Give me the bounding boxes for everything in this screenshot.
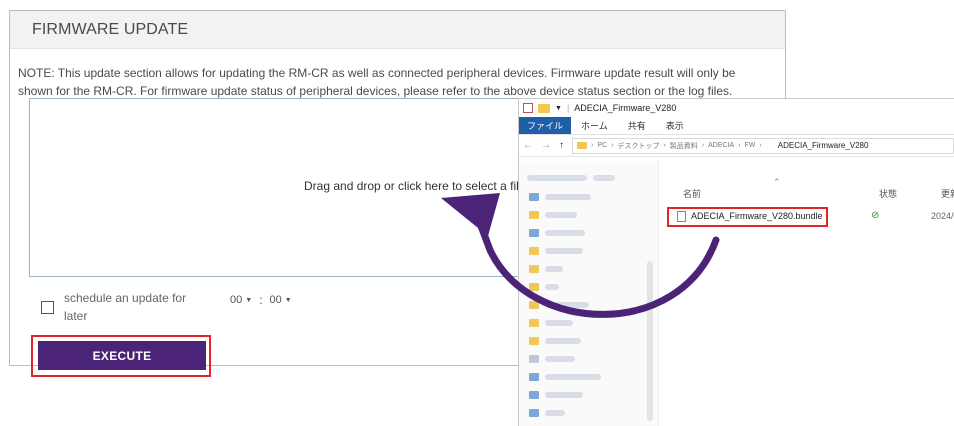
dropzone-text: Drag and drop or click here to select a … (304, 179, 526, 193)
hour-value: 00 (230, 294, 243, 306)
schedule-checkbox[interactable] (41, 301, 54, 314)
execute-button[interactable]: EXECUTE (38, 341, 206, 370)
sort-caret-icon: ⌃ (773, 177, 781, 187)
hour-select[interactable]: 00 ▼ (226, 294, 256, 306)
address-bar-row: ← → ↑ › PC › デスクトップ › 製品資料 › ADECIA › FW… (519, 135, 954, 157)
breadcrumb-current[interactable]: ADECIA_Firmware_V280 (778, 141, 869, 150)
breadcrumb-adecia[interactable]: ADECIA (708, 142, 734, 149)
quick-access-icon[interactable] (523, 103, 533, 113)
column-headers: ⌃ 名前 状態 更新日 (675, 177, 954, 200)
column-header-status[interactable]: 状態 (879, 187, 897, 200)
file-dropzone[interactable]: Drag and drop or click here to select a … (29, 98, 539, 277)
file-icon (677, 211, 686, 222)
file-row[interactable]: ADECIA_Firmware_V280.bundle ⊘ 2024/0 (665, 207, 954, 227)
breadcrumb-docs[interactable]: 製品資料 (670, 141, 698, 151)
panel-title: FIRMWARE UPDATE (32, 20, 189, 38)
file-modified: 2024/0 (931, 211, 954, 221)
update-note: NOTE: This update section allows for upd… (18, 64, 778, 100)
schedule-time: 00 ▼ : 00 ▼ (226, 293, 296, 307)
time-separator: : (259, 293, 263, 307)
schedule-label: schedule an update for later (64, 291, 187, 323)
caret-down-icon[interactable]: ▼ (555, 105, 562, 112)
ribbon-tab-view[interactable]: 表示 (656, 117, 694, 134)
forward-arrow-icon[interactable]: → (541, 140, 551, 151)
address-bar[interactable]: › PC › デスクトップ › 製品資料 › ADECIA › FW › ADE… (572, 137, 954, 154)
column-header-modified[interactable]: 更新日 (941, 187, 954, 200)
ribbon-tab-share[interactable]: 共有 (618, 117, 656, 134)
check-circle-icon: ⊘ (871, 210, 880, 221)
breadcrumb-desktop[interactable]: デスクトップ (617, 141, 659, 151)
column-header-name[interactable]: 名前 (683, 187, 701, 200)
panel-header: FIRMWARE UPDATE (10, 11, 785, 49)
ribbon-tab-file[interactable]: ファイル (519, 117, 572, 134)
caret-down-icon: ▼ (284, 296, 292, 304)
schedule-row: schedule an update for later (41, 289, 199, 325)
file-explorer-window: ▼ | ADECIA_Firmware_V280 ファイル ホーム 共有 表示 … (518, 98, 954, 426)
caret-down-icon: ▼ (245, 296, 253, 304)
minute-value: 00 (269, 294, 282, 306)
back-arrow-icon[interactable]: ← (523, 140, 533, 151)
folder-icon (577, 142, 587, 149)
folder-icon (538, 103, 550, 113)
breadcrumb-fw[interactable]: FW (745, 142, 756, 149)
explorer-titlebar: ▼ | ADECIA_Firmware_V280 (519, 99, 954, 117)
file-list-pane: ⌃ 名前 状態 更新日 ADECIA_Firmware_V280.bundle … (665, 161, 954, 426)
explorer-ribbon: ファイル ホーム 共有 表示 (519, 117, 954, 135)
ribbon-tab-home[interactable]: ホーム (571, 117, 618, 134)
window-title: ADECIA_Firmware_V280 (574, 103, 677, 113)
file-name: ADECIA_Firmware_V280.bundle (691, 211, 823, 221)
note-line-1: NOTE: This update section allows for upd… (18, 66, 736, 80)
minute-select[interactable]: 00 ▼ (266, 294, 296, 306)
up-arrow-icon[interactable]: ↑ (559, 140, 564, 151)
navigation-pane (519, 161, 659, 426)
breadcrumb-pc[interactable]: PC (597, 142, 607, 149)
